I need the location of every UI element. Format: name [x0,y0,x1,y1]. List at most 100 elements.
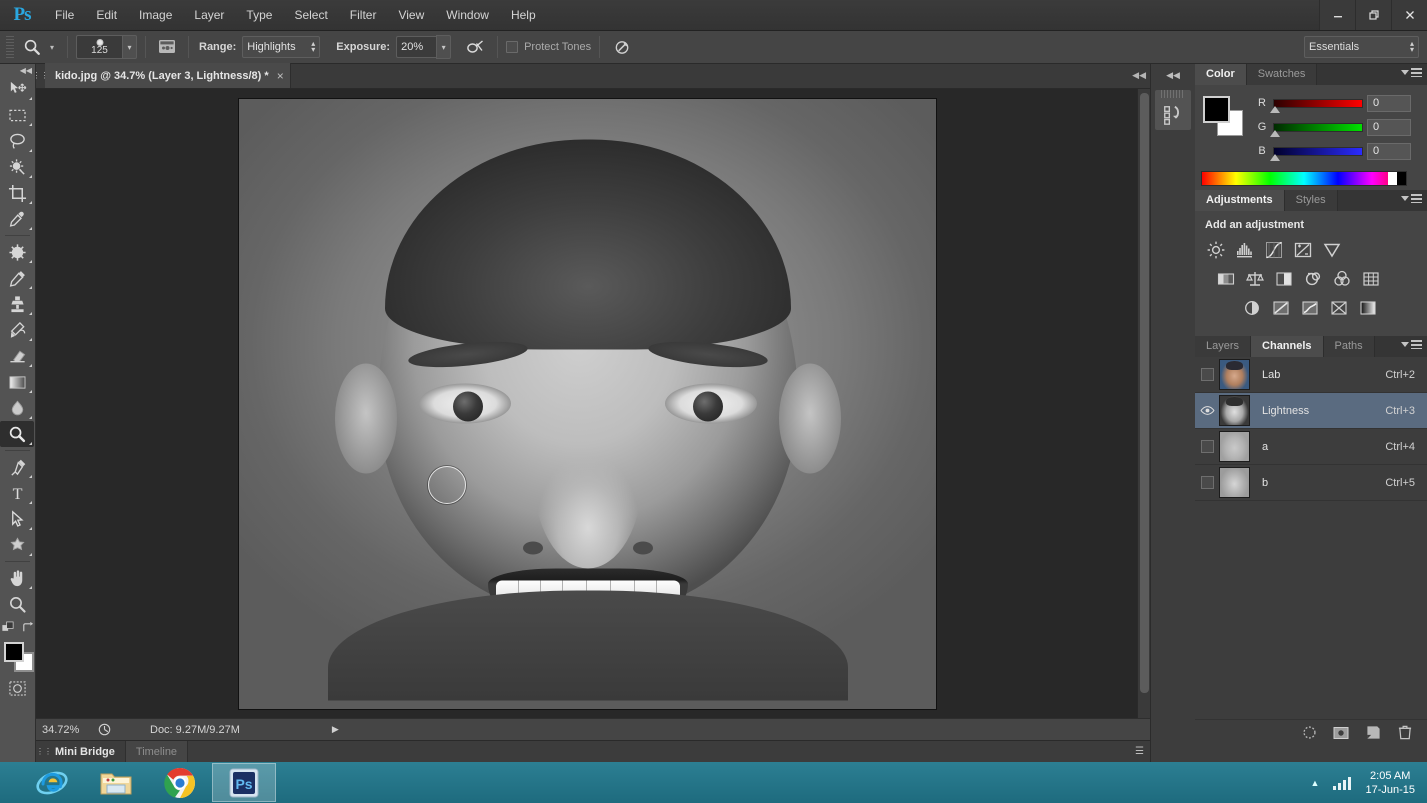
zoom-level[interactable]: 34.72% [36,724,92,736]
history-actions-icon[interactable] [1155,100,1191,130]
gradient-tool[interactable] [0,369,34,395]
menu-window[interactable]: Window [435,4,500,26]
channels-panel-menu-icon[interactable] [1401,340,1422,349]
tools-panel-collapse-icon[interactable]: ◀◀ [0,64,35,76]
color-spectrum-ramp[interactable] [1201,171,1407,186]
tab-adjustments[interactable]: Adjustments [1195,190,1285,211]
options-bar-grip[interactable] [6,36,14,58]
zoom-tool[interactable] [0,591,34,617]
close-button[interactable] [1391,0,1427,30]
selective-color-icon[interactable] [1326,295,1351,320]
menu-type[interactable]: Type [235,4,283,26]
exposure-icon[interactable] [1290,237,1315,262]
load-channel-as-selection-icon[interactable] [1301,725,1317,741]
channel-visibility-toggle[interactable] [1195,476,1219,489]
eraser-tool[interactable] [0,343,34,369]
status-expand-arrow-icon[interactable]: ▶ [332,724,339,735]
foreground-color-swatch[interactable] [3,642,24,662]
photoshop-icon[interactable]: Ps [212,763,276,802]
path-selection-tool[interactable] [0,506,34,532]
arrange-documents-icon[interactable]: ◀◀ [1132,70,1146,81]
tab-channels[interactable]: Channels [1251,336,1324,357]
range-select[interactable]: Highlights ▴ ▾ [242,36,321,58]
airbrush-icon[interactable] [461,35,489,59]
hue-saturation-icon[interactable] [1213,266,1238,291]
quick-selection-tool[interactable] [0,154,34,180]
channel-visibility-toggle[interactable] [1195,405,1219,416]
document-image[interactable] [239,99,936,709]
color-swatches[interactable] [1,640,35,674]
tab-timeline[interactable]: Timeline [124,740,189,763]
document-info-icon[interactable] [92,723,116,736]
protect-tones-checkbox[interactable] [506,41,519,53]
channel-row-b[interactable]: b Ctrl+5 [1195,465,1427,501]
close-icon[interactable]: × [277,69,284,83]
workspace-select[interactable]: Essentials ▴ ▾ [1304,36,1419,58]
channel-row-lab[interactable]: Lab Ctrl+2 [1195,357,1427,393]
tab-layers[interactable]: Layers [1195,336,1252,357]
channel-mixer-icon[interactable] [1329,266,1354,291]
hand-tool[interactable] [0,565,34,591]
brush-size-preview[interactable]: 125 [76,35,122,59]
exposure-slider-caret-icon[interactable]: ▾ [436,35,452,59]
adjustments-panel-menu-icon[interactable] [1401,194,1422,203]
color-panel-foreground-swatch[interactable] [1203,96,1230,123]
channel-row-lightness[interactable]: Lightness Ctrl+3 [1195,393,1427,429]
file-explorer-icon[interactable] [84,763,148,802]
google-chrome-icon[interactable] [148,763,212,802]
menu-image[interactable]: Image [128,4,183,26]
color-balance-icon[interactable] [1242,266,1267,291]
move-tool[interactable] [0,76,34,102]
spot-healing-brush-tool[interactable] [0,239,34,265]
dodge-tool[interactable] [0,421,34,447]
bottom-bar-grip[interactable]: ⋮⋮ [36,747,52,756]
channel-row-a[interactable]: a Ctrl+4 [1195,429,1427,465]
scrollbar-thumb[interactable] [1140,93,1149,693]
red-slider[interactable] [1270,98,1363,113]
gradient-map-icon[interactable] [1355,295,1380,320]
save-selection-as-channel-icon[interactable] [1333,725,1349,741]
blur-tool[interactable] [0,395,34,421]
posterize-icon[interactable] [1268,295,1293,320]
minimize-button[interactable] [1319,0,1355,30]
brush-preset-picker-caret-icon[interactable]: ▾ [122,35,137,59]
default-colors-icon[interactable] [1,621,15,634]
brightness-contrast-icon[interactable] [1203,237,1228,262]
swap-colors-icon[interactable] [21,621,34,634]
white-swatch[interactable] [1388,172,1397,185]
canvas-area[interactable] [36,89,1150,718]
curves-icon[interactable] [1261,237,1286,262]
levels-icon[interactable] [1232,237,1257,262]
rectangular-marquee-tool[interactable] [0,102,34,128]
pen-tool[interactable] [0,454,34,480]
menu-select[interactable]: Select [283,4,338,26]
panel-group-grip[interactable] [1161,90,1185,98]
document-tab[interactable]: kido.jpg @ 34.7% (Layer 3, Lightness/8) … [45,63,291,88]
chevron-up-icon[interactable]: ▲ [1311,778,1320,788]
blue-slider[interactable] [1270,146,1363,161]
color-panel-menu-icon[interactable] [1401,68,1422,77]
tab-mini-bridge[interactable]: Mini Bridge [45,741,125,763]
red-value[interactable]: 0 [1367,94,1411,112]
menu-view[interactable]: View [387,4,435,26]
create-new-channel-icon[interactable] [1365,725,1381,741]
color-panel-swatches[interactable] [1203,96,1243,136]
panel-menu-icon[interactable]: ☰ [1135,746,1144,757]
clone-stamp-tool[interactable] [0,291,34,317]
menu-layer[interactable]: Layer [183,4,235,26]
collapse-panels-icon[interactable]: ◀◀ [1151,64,1195,86]
color-lookup-icon[interactable] [1358,266,1383,291]
brush-tool[interactable] [0,265,34,291]
crop-tool[interactable] [0,180,34,206]
custom-shape-tool[interactable] [0,532,34,558]
tab-paths[interactable]: Paths [1323,336,1375,357]
dodge-tool-icon[interactable] [19,35,45,59]
eyedropper-tool[interactable] [0,206,34,232]
blue-value[interactable]: 0 [1367,142,1411,160]
menu-edit[interactable]: Edit [85,4,128,26]
exposure-input[interactable]: 20% [396,36,437,58]
menu-filter[interactable]: Filter [339,4,388,26]
tab-strip-grip[interactable]: ⋮⋮ [33,63,49,88]
threshold-icon[interactable] [1297,295,1322,320]
green-slider[interactable] [1270,122,1363,137]
